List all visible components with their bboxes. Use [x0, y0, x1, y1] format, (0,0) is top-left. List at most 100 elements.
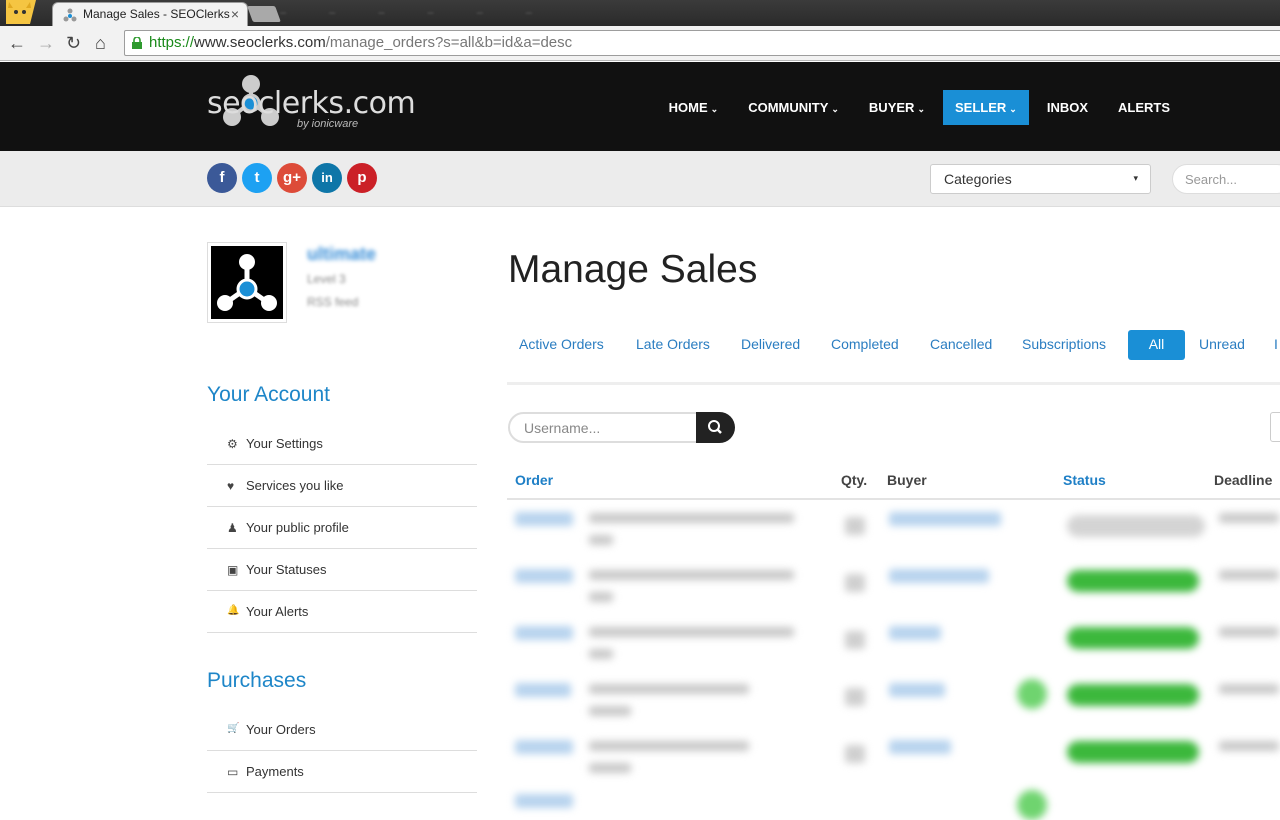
site-search-input[interactable]: Search...	[1172, 164, 1280, 194]
tab-close-icon[interactable]: ×	[231, 6, 239, 22]
tab-completed[interactable]: Completed	[831, 330, 899, 360]
bell-icon: 🔔	[227, 605, 240, 616]
sidebar-item-your-orders[interactable]: 🛒 Your Orders	[207, 709, 477, 751]
linkedin-icon[interactable]: in	[312, 163, 342, 193]
username-search-button[interactable]	[696, 412, 735, 443]
nav-community[interactable]: COMMUNITY ⌄	[736, 90, 851, 125]
logo-subtitle: by ionicware	[297, 118, 359, 130]
categories-dropdown[interactable]: Categories ▾	[930, 164, 1151, 194]
tab-unread[interactable]: Unread	[1199, 330, 1245, 360]
tab-title: Manage Sales - SEOClerks	[83, 7, 230, 21]
profile-rss-link[interactable]: RSS feed	[307, 295, 358, 309]
chevron-down-icon: ⌄	[831, 104, 839, 114]
search-placeholder: Search...	[1185, 172, 1238, 187]
search-icon	[708, 420, 722, 434]
nav-alerts-label: ALERTS	[1118, 100, 1170, 115]
table-row[interactable]	[507, 731, 1280, 788]
table-row[interactable]	[507, 503, 1280, 560]
tab-cancelled[interactable]: Cancelled	[930, 330, 992, 360]
forward-icon[interactable]: →	[37, 33, 55, 53]
username-search-input[interactable]: Username...	[508, 412, 698, 443]
seoclerks-logo[interactable]: seoclerks.com by ionicware	[205, 72, 445, 138]
sidebar-item-settings[interactable]: ⚙ Your Settings	[207, 423, 477, 465]
google-plus-icon[interactable]: g+	[277, 163, 307, 193]
nav-buyer-label: BUYER	[868, 100, 915, 115]
table-row[interactable]	[507, 560, 1280, 617]
lock-icon	[132, 37, 142, 49]
sidebar-item-label: Your public profile	[246, 520, 349, 535]
blurred-menu: ‒ ‒ ‒ ‒ ‒ ‒	[280, 7, 552, 19]
nav-seller[interactable]: SELLER ⌄	[942, 90, 1029, 125]
column-order[interactable]: Order	[515, 472, 553, 488]
logo-text: seoclerks.com	[207, 86, 416, 121]
profile-username[interactable]: ultimate	[307, 244, 376, 265]
column-deadline: Deadline	[1214, 472, 1273, 488]
home-icon[interactable]: ⌂	[95, 33, 106, 53]
sidebar-item-label: Services you like	[246, 478, 344, 493]
caret-down-icon: ▾	[1133, 173, 1138, 183]
credit-card-icon: ▭	[227, 765, 239, 779]
table-row[interactable]	[507, 674, 1280, 731]
heart-icon: ♥	[227, 479, 235, 493]
sidebar-item-payments[interactable]: ▭ Payments	[207, 751, 477, 793]
chevron-down-icon: ⌄	[1009, 104, 1017, 114]
nav-community-label: COMMUNITY	[748, 100, 829, 115]
browser-tabbar: Manage Sales - SEOClerks × ‒ ‒ ‒ ‒ ‒ ‒	[0, 0, 1280, 26]
new-tab-button[interactable]	[247, 6, 281, 22]
back-icon[interactable]: ←	[8, 33, 26, 53]
facebook-icon[interactable]: f	[207, 163, 237, 193]
site-header: seoclerks.com by ionicware HOME ⌄ COMMUNI…	[0, 62, 1280, 151]
sidebar-item-label: Your Settings	[246, 436, 323, 451]
nav-home-label: HOME	[668, 100, 708, 115]
seoclerks-favicon-icon	[63, 8, 77, 22]
sidebar-item-label: Payments	[246, 764, 304, 779]
filter-dropdown[interactable]	[1270, 412, 1280, 442]
browser-tab[interactable]: Manage Sales - SEOClerks ×	[52, 2, 248, 26]
nav-buyer[interactable]: BUYER ⌄	[857, 90, 937, 125]
nav-alerts[interactable]: ALERTS	[1106, 90, 1182, 125]
url-path: /manage_orders?s=all&b=id&a=desc	[325, 34, 573, 51]
username-placeholder: Username...	[524, 420, 601, 436]
column-status[interactable]: Status	[1063, 472, 1106, 488]
tabs-divider	[507, 382, 1280, 385]
status-icon: ▣	[227, 563, 239, 577]
twitter-icon[interactable]: t	[242, 163, 272, 193]
nav-inbox[interactable]: INBOX	[1035, 90, 1100, 125]
sidebar-item-statuses[interactable]: ▣ Your Statuses	[207, 549, 477, 591]
sidebar-item-public-profile[interactable]: ♟ Your public profile	[207, 507, 477, 549]
purchases-heading: Purchases	[207, 669, 307, 692]
tab-truncated[interactable]: I	[1274, 330, 1278, 360]
sidebar-item-label: Your Statuses	[246, 562, 327, 577]
url-host: www.seoclerks.com	[194, 34, 326, 51]
avatar[interactable]	[207, 242, 287, 323]
table-row[interactable]	[507, 617, 1280, 674]
tab-late-orders[interactable]: Late Orders	[636, 330, 710, 360]
table-row[interactable]	[507, 788, 1280, 820]
pinterest-icon[interactable]: p	[347, 163, 377, 193]
url-scheme: https://	[149, 34, 195, 51]
tab-delivered[interactable]: Delivered	[741, 330, 800, 360]
categories-label: Categories	[944, 171, 1012, 187]
page-title: Manage Sales	[508, 248, 758, 291]
tab-all[interactable]: All	[1128, 330, 1185, 360]
social-search-bar: f t g+ in p Categories ▾ Search...	[0, 151, 1280, 207]
reload-icon[interactable]: ↻	[66, 33, 81, 53]
sidebar-item-services-liked[interactable]: ♥ Services you like	[207, 465, 477, 507]
gears-icon: ⚙	[227, 437, 238, 451]
sidebar-item-alerts[interactable]: 🔔 Your Alerts	[207, 591, 477, 633]
nav-home[interactable]: HOME ⌄	[657, 90, 731, 125]
avatar-image	[211, 246, 283, 319]
tab-active-orders[interactable]: Active Orders	[519, 330, 604, 360]
sidebar-item-label: Your Orders	[246, 722, 316, 737]
url-field[interactable]: https://www.seoclerks.com/manage_orders?…	[124, 30, 1280, 56]
tab-subscriptions[interactable]: Subscriptions	[1022, 330, 1106, 360]
your-account-heading: Your Account	[207, 383, 330, 406]
column-qty: Qty.	[841, 472, 868, 488]
sidebar-item-label: Your Alerts	[246, 604, 309, 619]
table-header-divider	[507, 498, 1280, 500]
profile-level: Level 3	[307, 272, 346, 286]
nav-inbox-label: INBOX	[1046, 100, 1088, 115]
user-icon: ♟	[227, 521, 238, 535]
chevron-down-icon: ⌄	[710, 104, 719, 114]
profile-avatar-icon[interactable]	[4, 0, 38, 24]
